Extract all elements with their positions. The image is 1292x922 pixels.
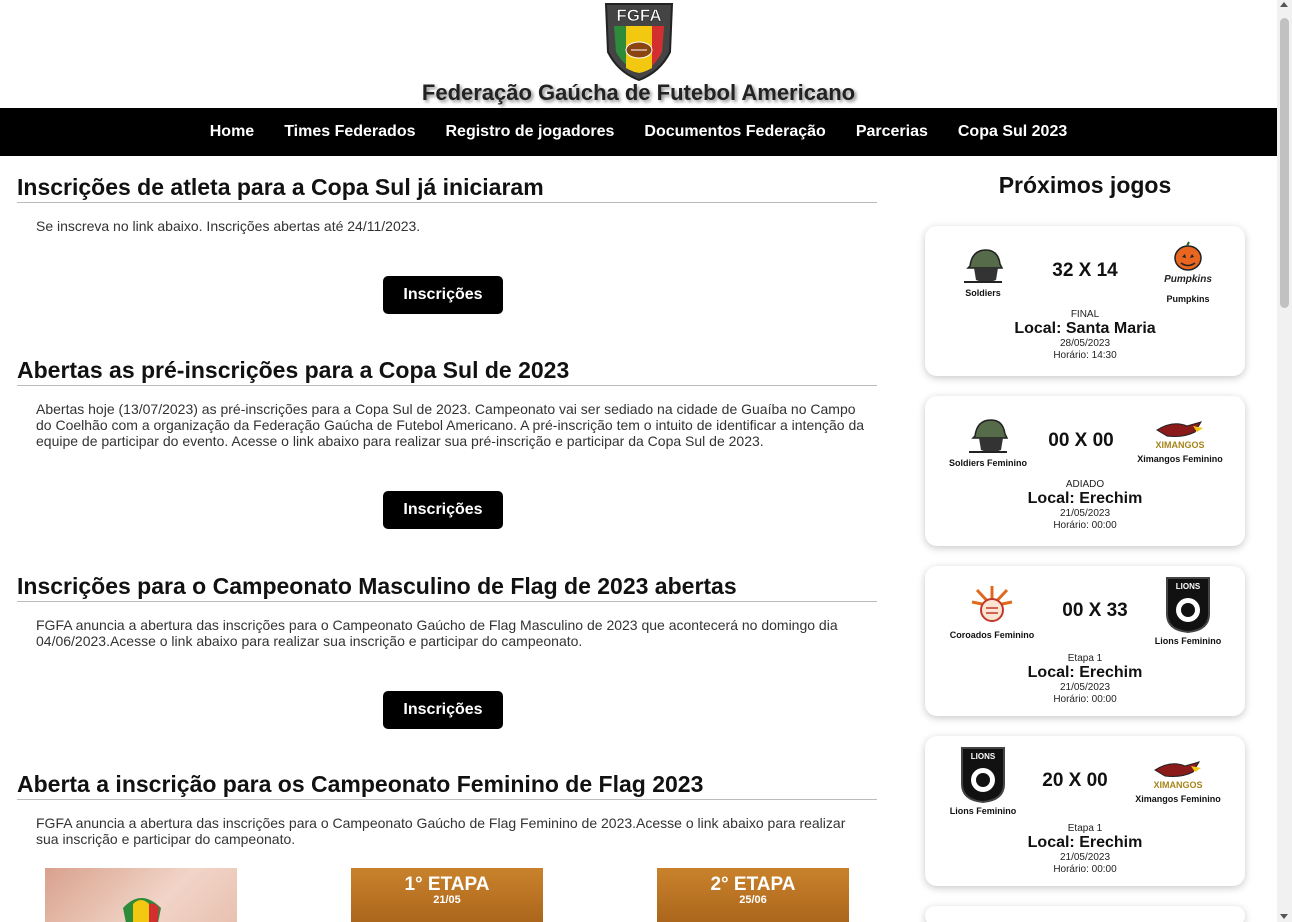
post-title: Inscrições para o Campeonato Masculino d…	[17, 573, 877, 602]
game-info: Etapa 1 Local: Erechim 21/05/2023 Horári…	[925, 654, 1245, 706]
post-body: Se inscreva no link abaixo. Inscrições a…	[36, 218, 421, 234]
away-team: LIONS Lions Feminino	[1133, 574, 1243, 646]
game-score: 20 X 00	[1042, 770, 1108, 791]
svg-text:LIONS: LIONS	[971, 752, 996, 761]
team-name: Soldiers	[965, 288, 1001, 298]
game-card[interactable]: LIONS Lions Feminino 20 X 00 XIMANGOS Xi…	[925, 736, 1245, 886]
ximangos-logo-icon: XIMANGOS	[1153, 761, 1203, 790]
game-info: FINAL Local: Santa Maria 28/05/2023 Horá…	[925, 310, 1245, 362]
inscricoes-button[interactable]: Inscrições	[383, 491, 503, 529]
game-date: 28/05/2023	[1059, 338, 1111, 349]
team-name: Ximangos Feminino	[1135, 794, 1221, 804]
flag-thumbnail[interactable]	[45, 868, 237, 922]
soldiers-logo-icon	[964, 249, 1004, 283]
game-date: 21/05/2023	[1059, 852, 1111, 863]
game-stage: Etapa 1	[1067, 653, 1103, 664]
svg-text:FGFA: FGFA	[616, 6, 661, 25]
nav-home[interactable]: Home	[195, 123, 269, 141]
etapa-2-thumbnail[interactable]: 2° ETAPA 25/06	[657, 868, 849, 922]
game-date: 21/05/2023	[1059, 682, 1111, 693]
nav-times-federados[interactable]: Times Federados	[269, 123, 430, 141]
soldiers-logo-icon	[969, 419, 1009, 453]
svg-text:Pumpkins: Pumpkins	[1164, 274, 1212, 285]
post-body: FGFA anuncia a abertura das inscrições p…	[36, 815, 846, 847]
game-card[interactable]: Soldiers Feminino 00 X 00 XIMANGOS Ximan…	[925, 396, 1245, 546]
team-name: Pumpkins	[1166, 294, 1210, 304]
flag-logo-icon	[123, 898, 161, 922]
game-card[interactable]: Soldiers 32 X 14 Pumpkins Pumpkins FINAL…	[925, 226, 1245, 376]
game-stage: ADIADO	[1065, 479, 1105, 490]
post-body: FGFA anuncia a abertura das inscrições p…	[36, 617, 838, 649]
news-post: Inscrições para o Campeonato Masculino d…	[17, 573, 877, 729]
inscricoes-button[interactable]: Inscrições	[383, 691, 503, 729]
etapa-label: 2° ETAPA	[710, 874, 796, 895]
nav-parcerias[interactable]: Parcerias	[841, 123, 943, 141]
team-name: Coroados Feminino	[949, 630, 1035, 640]
post-title: Abertas as pré-inscrições para a Copa Su…	[17, 357, 877, 386]
post-body: Abertas hoje (13/07/2023) as pré-inscriç…	[36, 401, 865, 449]
home-team: Coroados Feminino	[937, 584, 1047, 640]
game-time: Horário: 00:00	[1053, 694, 1117, 705]
site-header: FGFA Federação Gaúcha de Futebol America…	[0, 0, 1277, 108]
game-stage: Etapa 1	[1067, 823, 1103, 834]
game-info: ADIADO Local: Erechim 21/05/2023 Horário…	[925, 480, 1245, 532]
game-score: 32 X 14	[1052, 260, 1118, 281]
inscricoes-button[interactable]: Inscrições	[383, 276, 503, 314]
post-title: Inscrições de atleta para a Copa Sul já …	[17, 174, 877, 203]
svg-text:LIONS: LIONS	[1176, 582, 1201, 591]
page-scrollbar[interactable]	[1277, 0, 1292, 922]
site-title: Federação Gaúcha de Futebol Americano	[421, 80, 856, 105]
away-team: Pumpkins Pumpkins	[1133, 240, 1243, 304]
game-time: Horário: 00:00	[1053, 864, 1117, 875]
pumpkins-logo-icon: Pumpkins	[1164, 241, 1212, 285]
scroll-down-icon[interactable]	[1280, 914, 1288, 919]
etapa-label: 1° ETAPA	[404, 874, 490, 895]
svg-text:XIMANGOS: XIMANGOS	[1153, 780, 1202, 790]
post-title: Aberta a inscrição para os Campeonato Fe…	[17, 771, 877, 800]
etapa-1-thumbnail[interactable]: 1° ETAPA 21/05	[351, 868, 543, 922]
coroados-logo-icon	[971, 586, 1013, 622]
game-time: Horário: 14:30	[1053, 350, 1117, 361]
home-team: Soldiers Feminino	[933, 416, 1043, 468]
game-location: Local: Santa Maria	[1014, 320, 1156, 337]
sidebar-title: Próximos jogos	[998, 172, 1172, 198]
scroll-up-icon[interactable]	[1280, 2, 1288, 7]
away-team: XIMANGOS Ximangos Feminino	[1125, 418, 1235, 464]
news-post: Aberta a inscrição para os Campeonato Fe…	[17, 771, 877, 847]
game-location: Local: Erechim	[1027, 834, 1143, 851]
lions-logo-icon: LIONS	[961, 747, 1005, 804]
news-post: Inscrições de atleta para a Copa Sul já …	[17, 174, 877, 314]
etapa-date: 21/05	[433, 894, 461, 906]
fgfa-logo[interactable]: FGFA	[600, 0, 678, 82]
game-location: Local: Erechim	[1027, 490, 1143, 507]
event-thumbnails: 1° ETAPA 21/05 2° ETAPA 25/06	[45, 868, 865, 922]
nav-copa-sul[interactable]: Copa Sul 2023	[943, 123, 1082, 141]
team-name: Lions Feminino	[1154, 636, 1222, 646]
scroll-thumb[interactable]	[1280, 18, 1289, 308]
game-stage: FINAL	[1070, 309, 1100, 320]
game-info: Etapa 1 Local: Erechim 21/05/2023 Horári…	[925, 824, 1245, 876]
game-score: 00 X 00	[1048, 430, 1114, 451]
team-name: Lions Feminino	[949, 806, 1017, 816]
main-nav: Home Times Federados Registro de jogador…	[0, 108, 1277, 156]
team-name: Soldiers Feminino	[948, 458, 1027, 468]
svg-text:XIMANGOS: XIMANGOS	[1155, 440, 1204, 450]
game-location: Local: Erechim	[1027, 664, 1143, 681]
home-team: LIONS Lions Feminino	[928, 744, 1038, 816]
nav-registro-jogadores[interactable]: Registro de jogadores	[431, 123, 630, 141]
team-name: Ximangos Feminino	[1137, 454, 1223, 464]
ximangos-logo-icon: XIMANGOS	[1155, 421, 1205, 450]
nav-documentos[interactable]: Documentos Federação	[629, 123, 840, 141]
away-team: XIMANGOS Ximangos Feminino	[1123, 758, 1233, 804]
etapa-date: 25/06	[739, 894, 767, 906]
news-post: Abertas as pré-inscrições para a Copa Su…	[17, 357, 877, 529]
game-card[interactable]	[925, 906, 1245, 922]
game-time: Horário: 00:00	[1053, 520, 1117, 531]
home-team: Soldiers	[928, 246, 1038, 298]
game-date: 21/05/2023	[1059, 508, 1111, 519]
game-score: 00 X 33	[1062, 600, 1128, 621]
game-card[interactable]: Coroados Feminino 00 X 33 LIONS Lions Fe…	[925, 566, 1245, 716]
lions-logo-icon: LIONS	[1166, 577, 1210, 634]
